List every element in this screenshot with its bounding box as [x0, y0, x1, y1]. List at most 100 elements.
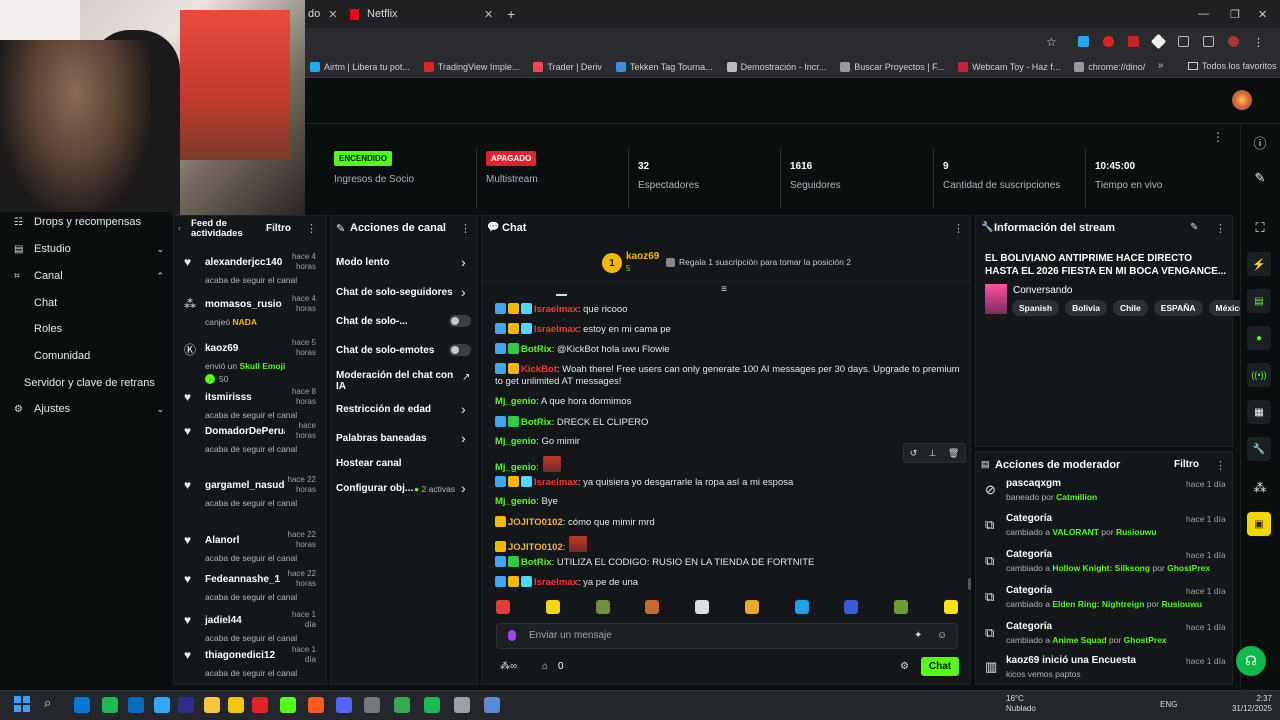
taskbar-app-icon[interactable]: [74, 697, 90, 713]
close-icon[interactable]: ✕: [328, 8, 337, 21]
browser-tab[interactable]: do ✕: [308, 0, 338, 28]
support-headset-icon[interactable]: ☊: [1236, 646, 1266, 676]
chevron-right-icon[interactable]: ›: [461, 430, 466, 446]
all-favorites[interactable]: Todos los favoritos: [1188, 61, 1277, 71]
chat-message[interactable]: BotRix: DRECK EL CLIPERO: [495, 416, 965, 429]
bookmark-item[interactable]: chrome://dino/: [1074, 61, 1145, 72]
chat-scrollbar[interactable]: [968, 578, 971, 590]
taskbar-app-icon[interactable]: [280, 697, 296, 713]
stream-category[interactable]: Conversando: [1013, 285, 1072, 296]
chat-message[interactable]: KickBot: Woah there! Free users can only…: [495, 363, 965, 376]
bookmark-item[interactable]: Trader | Deriv: [533, 61, 602, 72]
store-icon[interactable]: ⌂: [542, 661, 548, 672]
channel-action-label[interactable]: Moderación del chat con IA: [336, 370, 454, 392]
clock[interactable]: 2:37 31/12/2025: [1224, 694, 1272, 714]
chat-message[interactable]: Mj_genio: Bye: [495, 496, 965, 508]
chevron-right-icon[interactable]: ›: [461, 480, 466, 496]
chat-message[interactable]: Mj_genio: Go mimir: [495, 436, 965, 448]
send-chat-button[interactable]: Chat: [921, 657, 959, 676]
kick-points-icon[interactable]: ⁂: [1242, 474, 1278, 502]
taskbar-app-icon[interactable]: [308, 697, 324, 713]
chat-username[interactable]: BotRix: [521, 417, 552, 428]
gift-subscription-cta[interactable]: Regala 1 suscripción para tomar la posic…: [666, 257, 851, 267]
feed-user-name[interactable]: jadiel44: [205, 615, 285, 626]
chat-message[interactable]: Israelmax: que ricooo: [495, 303, 965, 316]
status-badge[interactable]: APAGADO: [486, 151, 537, 166]
chat-username[interactable]: Israelmax: [534, 577, 578, 588]
taskbar-app-icon[interactable]: [336, 697, 352, 713]
windows-start-icon[interactable]: [14, 696, 30, 712]
chevron-right-icon[interactable]: ›: [461, 284, 466, 300]
stream-tag[interactable]: Chile: [1112, 300, 1148, 316]
bookmark-item[interactable]: Tekken Tag Tourna...: [615, 61, 713, 72]
channel-action-label[interactable]: Chat de solo-emotes: [336, 345, 454, 356]
taskbar-app-icon[interactable]: [394, 697, 410, 713]
sidebar-item[interactable]: ⌗ Canal ⌃: [14, 269, 164, 283]
chat-username[interactable]: Mj_genio: [495, 436, 536, 447]
store-icon[interactable]: ▣: [1247, 512, 1271, 536]
sidebar-item[interactable]: ⚙ Ajustes ⌄: [14, 402, 164, 416]
channel-action-label[interactable]: Chat de solo-seguidores: [336, 287, 454, 298]
close-window-button[interactable]: ✕: [1258, 0, 1267, 28]
edit-icon[interactable]: ✎: [1190, 222, 1198, 233]
star-icon[interactable]: ☆: [1046, 35, 1057, 49]
expand-icon[interactable]: ⛶: [1242, 214, 1278, 242]
chat-username[interactable]: JOJITO0102: [508, 517, 563, 528]
chevron-down-icon[interactable]: ⌄: [156, 404, 164, 415]
info-icon[interactable]: ⓘ: [1242, 128, 1278, 156]
feed-user-name[interactable]: DomadorDePeruanas: [205, 426, 285, 437]
feed-user-name[interactable]: itsmirisss: [205, 392, 285, 403]
channel-action-label[interactable]: Palabras baneadas: [336, 433, 454, 444]
chevron-left-icon[interactable]: ‹: [178, 223, 181, 233]
chevron-down-icon[interactable]: ⌄: [156, 244, 164, 255]
toggle-switch[interactable]: [449, 315, 471, 327]
more-vertical-icon[interactable]: ⋮: [953, 222, 964, 235]
chat-username[interactable]: Israelmax: [534, 304, 578, 315]
mod-action-user[interactable]: Rusiouwu: [1161, 599, 1202, 609]
chat-message[interactable]: Israelmax: ya quisiera yo desgarrarle la…: [495, 476, 965, 489]
chat-message[interactable]: BotRix: @KickBot hola uwu Flowie: [495, 343, 965, 356]
taskbar-app-icon[interactable]: [102, 697, 118, 713]
channel-action-label[interactable]: Chat de solo-...: [336, 316, 454, 327]
sidebar-item[interactable]: Servidor y clave de retrans: [24, 376, 174, 390]
emote-icon[interactable]: [943, 600, 958, 614]
emote-icon[interactable]: [744, 600, 759, 614]
more-vertical-icon[interactable]: ⋮: [1212, 130, 1224, 144]
chat-message[interactable]: Israelmax: estoy en mi cama pe: [495, 323, 965, 336]
more-vertical-icon[interactable]: ⋮: [460, 222, 471, 235]
stream-tag[interactable]: Spanish: [1012, 300, 1060, 316]
taskbar-app-icon[interactable]: [178, 697, 194, 713]
extension-icon[interactable]: [1150, 33, 1167, 50]
mod-action-user[interactable]: Rusiouwu: [1116, 527, 1157, 537]
chat-icon[interactable]: ●: [1247, 326, 1271, 350]
mod-filter-button[interactable]: Filtro: [1174, 459, 1199, 470]
mod-action-target[interactable]: Anime Squad: [1052, 635, 1106, 645]
emote-icon[interactable]: [545, 600, 560, 614]
gifter-name[interactable]: kaoz69: [626, 251, 659, 262]
taskbar-app-icon[interactable]: [154, 697, 170, 713]
chat-username[interactable]: Mj_genio: [495, 396, 536, 407]
taskbar-app-icon[interactable]: [424, 697, 440, 713]
emote-icon[interactable]: [794, 600, 809, 614]
bookmark-item[interactable]: TradingView Imple...: [423, 61, 519, 72]
taskbar-app-icon[interactable]: [228, 697, 244, 713]
broadcast-icon[interactable]: ((•)): [1247, 363, 1271, 387]
bookmark-item[interactable]: Webcam Toy - Haz f...: [958, 61, 1060, 72]
taskbar-app-icon[interactable]: [364, 697, 380, 713]
translate-icon[interactable]: ✦: [914, 630, 922, 641]
chat-username[interactable]: Mj_genio: [495, 496, 536, 507]
taskbar-app-icon[interactable]: [204, 697, 220, 713]
pencil-icon[interactable]: ✎: [1242, 164, 1278, 192]
feed-user-name[interactable]: momasos_rusio: [205, 299, 285, 310]
mod-action-user[interactable]: GhostPrex: [1167, 563, 1210, 573]
browser-tab-netflix[interactable]: Netflix ✕: [344, 0, 504, 28]
chat-username[interactable]: Israelmax: [534, 324, 578, 335]
mod-action-user[interactable]: Catmillion: [1056, 492, 1097, 502]
feed-user-name[interactable]: gargamel_nasudo: [205, 480, 285, 491]
emote-icon[interactable]: [844, 600, 859, 614]
feed-filter-button[interactable]: Filtro: [266, 223, 291, 234]
more-vertical-icon[interactable]: ⋮: [1253, 36, 1264, 49]
weather-widget[interactable]: 16°C Nublado: [1006, 694, 1036, 714]
sidebar-item[interactable]: Chat: [34, 296, 184, 310]
extension-icon[interactable]: [1078, 36, 1089, 47]
